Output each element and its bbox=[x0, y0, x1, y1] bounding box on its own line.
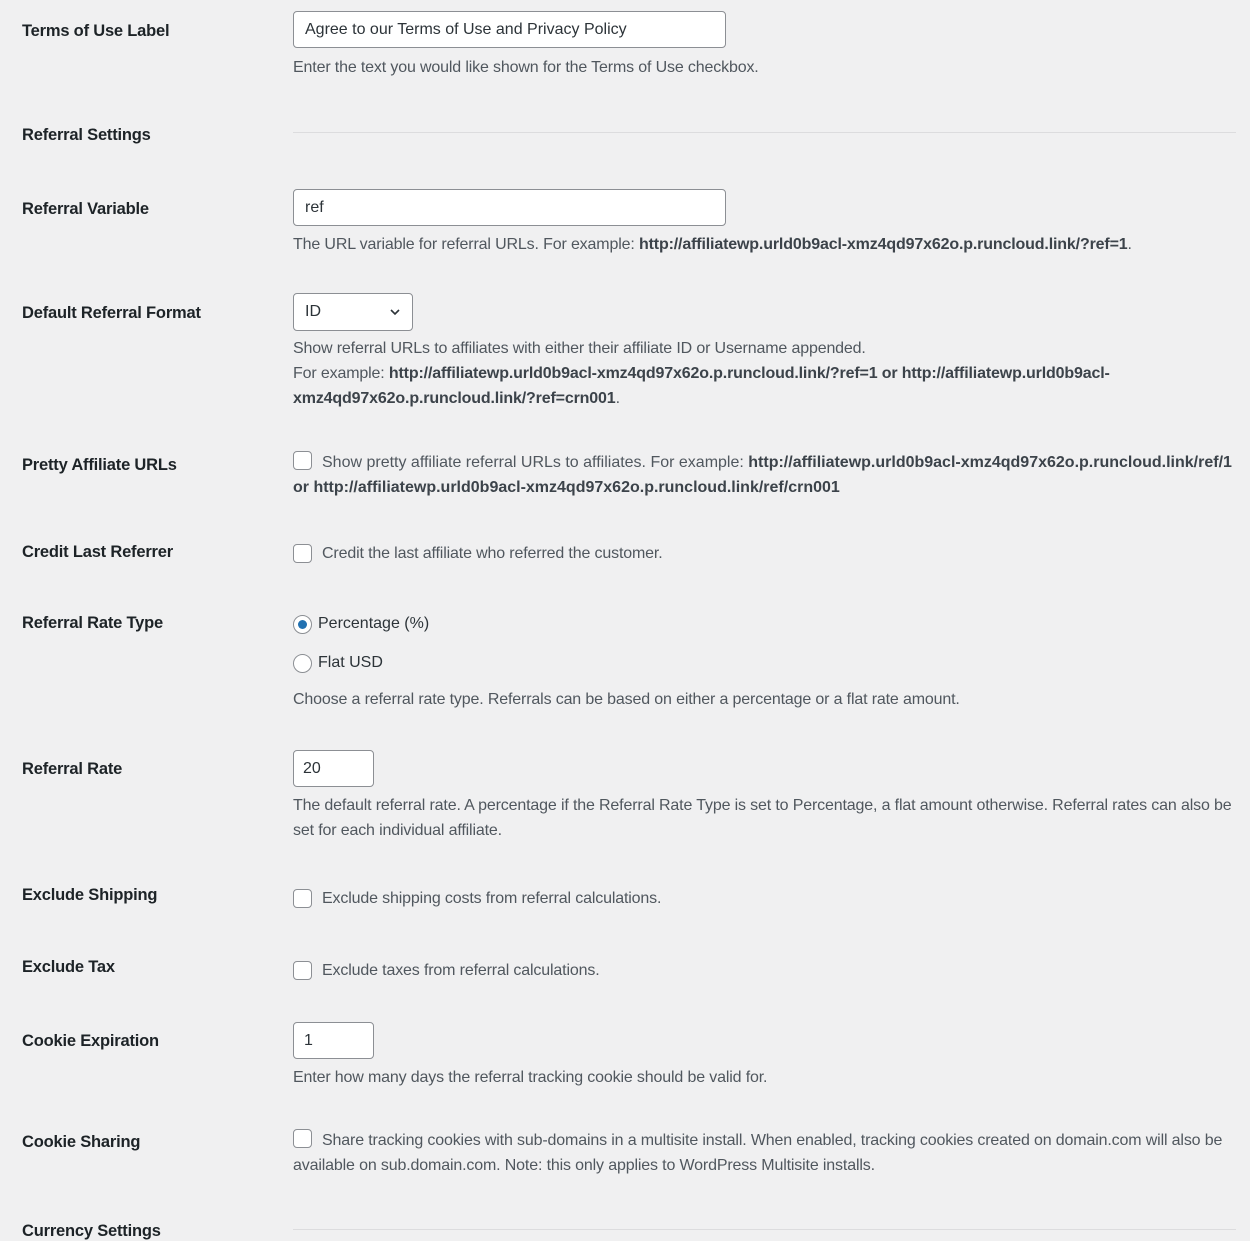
credit-last-referrer-checkbox[interactable] bbox=[293, 544, 312, 563]
referral-rate-description: The default referral rate. A percentage … bbox=[293, 797, 1232, 839]
referral-format-description: Show referral URLs to affiliates with ei… bbox=[293, 336, 1236, 411]
rate-type-description: Choose a referral rate type. Referrals c… bbox=[293, 691, 960, 708]
exclude-shipping-checkbox[interactable] bbox=[293, 889, 312, 908]
credit-last-referrer-label: Credit Last Referrer bbox=[22, 543, 173, 561]
exclude-tax-option: Exclude taxes from referral calculations… bbox=[293, 958, 1236, 983]
cookie-expiration-input[interactable]: 1 bbox=[293, 1022, 374, 1059]
cookie-sharing-checkbox[interactable] bbox=[293, 1129, 312, 1148]
description-text: The URL variable for referral URLs. For … bbox=[293, 236, 639, 253]
description-suffix: . bbox=[1127, 236, 1132, 253]
description-line: Show referral URLs to affiliates with ei… bbox=[293, 340, 866, 357]
section-divider bbox=[293, 132, 1236, 133]
referral-variable-label: Referral Variable bbox=[22, 200, 149, 218]
currency-settings-heading: Currency Settings bbox=[22, 1222, 161, 1240]
cookie-sharing-option: Share tracking cookies with sub-domains … bbox=[293, 1128, 1236, 1178]
cookie-expiration-label: Cookie Expiration bbox=[22, 1032, 159, 1050]
referral-rate-type-label: Referral Rate Type bbox=[22, 614, 163, 632]
rate-type-flat-label: Flat USD bbox=[318, 654, 383, 671]
rate-type-flat-option[interactable]: Flat USD bbox=[293, 651, 1236, 675]
rate-type-percentage-option[interactable]: Percentage (%) bbox=[293, 612, 1236, 636]
terms-label-description: Enter the text you would like shown for … bbox=[293, 59, 759, 76]
description-prefix: For example: bbox=[293, 365, 389, 382]
referral-rate-label: Referral Rate bbox=[22, 760, 123, 778]
exclude-tax-text: Exclude taxes from referral calculations… bbox=[322, 962, 600, 979]
referral-format-select[interactable]: ID bbox=[293, 293, 413, 331]
referral-rate-input[interactable]: 20 bbox=[293, 750, 374, 787]
default-referral-format-label: Default Referral Format bbox=[22, 304, 201, 322]
referral-variable-input[interactable]: ref bbox=[293, 189, 726, 226]
pretty-affiliate-urls-label: Pretty Affiliate URLs bbox=[22, 456, 177, 474]
terms-label-label: Terms of Use Label bbox=[22, 22, 170, 40]
rate-type-flat-radio[interactable] bbox=[293, 653, 312, 673]
exclude-shipping-label: Exclude Shipping bbox=[22, 886, 158, 904]
description-suffix: . bbox=[615, 390, 620, 407]
rate-type-percentage-label: Percentage (%) bbox=[318, 615, 430, 632]
referral-settings-heading: Referral Settings bbox=[22, 126, 151, 144]
exclude-shipping-option: Exclude shipping costs from referral cal… bbox=[293, 886, 1236, 911]
example-url: http://affiliatewp.urld0b9acl-xmz4qd97x6… bbox=[638, 236, 1128, 253]
pretty-urls-option: Show pretty affiliate referral URLs to a… bbox=[293, 450, 1236, 500]
credit-last-referrer-option: Credit the last affiliate who referred t… bbox=[293, 541, 1236, 566]
cookie-sharing-label: Cookie Sharing bbox=[22, 1133, 141, 1151]
example-urls: http://affiliatewp.urld0b9acl-xmz4qd97x6… bbox=[293, 365, 1110, 407]
credit-last-referrer-text: Credit the last affiliate who referred t… bbox=[322, 545, 663, 562]
pretty-urls-text: Show pretty affiliate referral URLs to a… bbox=[322, 454, 749, 471]
terms-label-input[interactable]: Agree to our Terms of Use and Privacy Po… bbox=[293, 11, 726, 48]
chevron-down-icon bbox=[390, 309, 400, 316]
exclude-tax-label: Exclude Tax bbox=[22, 958, 115, 976]
exclude-tax-checkbox[interactable] bbox=[293, 961, 312, 980]
description-example: For example: http://affiliatewp.urld0b9a… bbox=[293, 361, 1236, 411]
rate-type-percentage-radio[interactable] bbox=[293, 614, 312, 634]
referral-variable-description: The URL variable for referral URLs. For … bbox=[293, 232, 1236, 257]
pretty-urls-checkbox[interactable] bbox=[293, 451, 312, 470]
referral-format-selected: ID bbox=[305, 303, 321, 320]
section-divider bbox=[293, 1229, 1236, 1230]
cookie-expiration-description: Enter how many days the referral trackin… bbox=[293, 1069, 768, 1086]
exclude-shipping-text: Exclude shipping costs from referral cal… bbox=[322, 890, 662, 907]
cookie-sharing-text: Share tracking cookies with sub-domains … bbox=[293, 1132, 1223, 1174]
